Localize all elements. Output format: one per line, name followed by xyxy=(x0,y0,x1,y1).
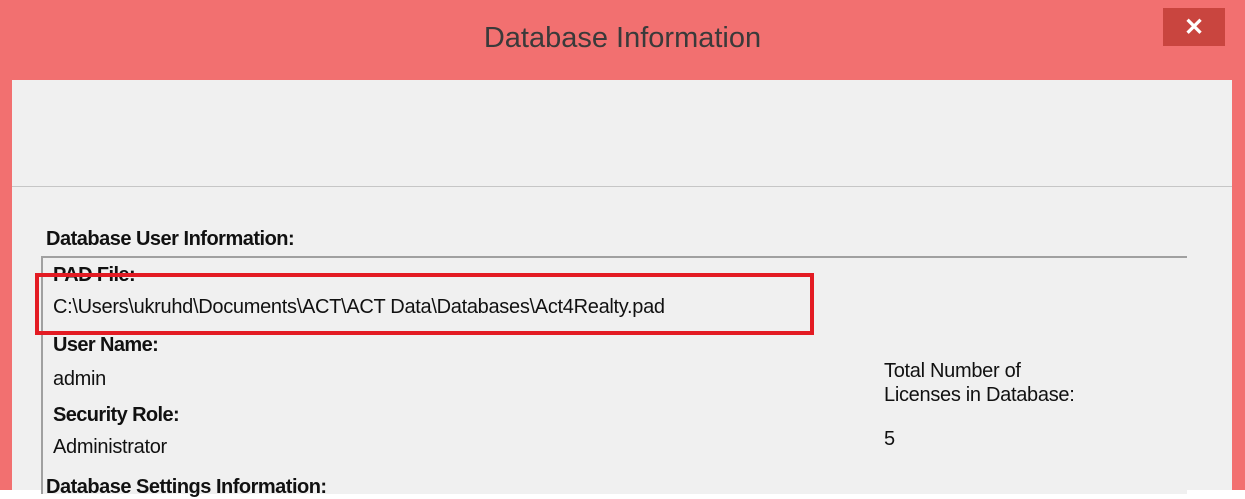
security-role-value: Administrator xyxy=(53,436,167,458)
licenses-label-line2: Licenses in Database: xyxy=(884,384,1075,406)
user-name-value: admin xyxy=(53,368,106,390)
security-role-label: Security Role: xyxy=(53,404,180,426)
close-button[interactable]: ✕ xyxy=(1163,8,1225,46)
window-title: Database Information xyxy=(483,22,762,54)
close-icon: ✕ xyxy=(1183,13,1205,41)
settings-info-heading: Database Settings Information: xyxy=(46,476,327,498)
licenses-value: 5 xyxy=(884,428,895,450)
dialog-body: Database User Information: PAD File: C:\… xyxy=(12,80,1232,498)
highlight-box xyxy=(35,273,814,335)
header-banner xyxy=(12,80,1232,187)
database-information-window: Database Information ✕ Database User Inf… xyxy=(0,0,1245,498)
user-info-heading: Database User Information: xyxy=(46,228,295,250)
licenses-label-line1: Total Number of xyxy=(884,360,1021,382)
user-name-label: User Name: xyxy=(53,334,159,356)
title-bar[interactable]: Database Information ✕ xyxy=(0,0,1245,80)
